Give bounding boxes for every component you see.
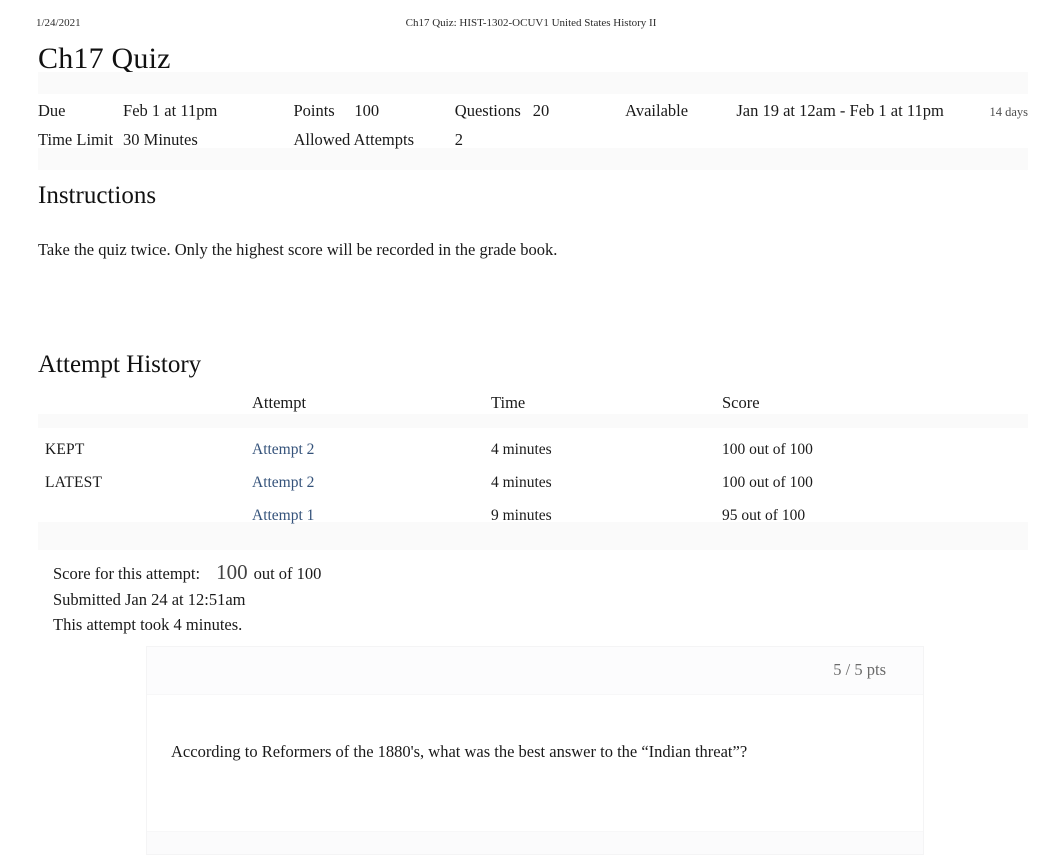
quiz-meta-row-secondary: Time Limit 30 Minutes Allowed Attempts 2: [38, 126, 1028, 153]
quiz-meta-row-primary: Due Feb 1 at 11pm Points 100 Questions 2…: [38, 97, 1028, 126]
allowed-attempts-value: 2: [454, 130, 464, 149]
column-header-time: Time: [491, 393, 526, 412]
score-label: Score for this attempt:: [53, 564, 201, 583]
score-out-of: out of 100: [253, 564, 322, 583]
question-card-header: 5 / 5 pts: [147, 647, 923, 695]
instructions-heading: Instructions: [38, 182, 157, 209]
question-card-footer: [147, 831, 923, 854]
question-text: According to Reformers of the 1880's, wh…: [171, 742, 748, 761]
question-card: 5 / 5 pts According to Reformers of the …: [146, 646, 924, 855]
score-value: 100: [216, 560, 248, 584]
attempt-link[interactable]: Attempt 2: [252, 474, 314, 491]
row-score: 95 out of 100: [722, 506, 806, 524]
column-header-score: Score: [722, 393, 760, 412]
row-time: 9 minutes: [491, 506, 552, 524]
question-card-body: According to Reformers of the 1880's, wh…: [147, 695, 923, 831]
available-value: Jan 19 at 12am - Feb 1 at 11pm: [736, 101, 944, 120]
instructions-body: Take the quiz twice. Only the highest sc…: [38, 240, 558, 259]
submitted-line: Submitted Jan 24 at 12:51am: [53, 589, 246, 609]
score-for-attempt-line: Score for this attempt: 100 out of 100: [53, 560, 321, 587]
row-time: 4 minutes: [491, 473, 552, 491]
attempt-link[interactable]: Attempt 2: [252, 441, 314, 458]
allowed-attempts-label: Allowed Attempts: [293, 130, 414, 149]
attempt-link[interactable]: Attempt 1: [252, 507, 314, 524]
row-score: 100 out of 100: [722, 473, 813, 491]
score-summary: Score for this attempt: 100 out of 100 Sub…: [53, 560, 321, 638]
due-value: Feb 1 at 11pm: [123, 101, 218, 120]
attempt-history-header-row: Attempt Time Score: [38, 393, 1028, 433]
row-status: LATEST: [45, 473, 103, 491]
table-row: Attempt 1 9 minutes 95 out of 100: [38, 499, 1028, 532]
row-time: 4 minutes: [491, 440, 552, 458]
attempt-history-table: Attempt Time Score KEPT Attempt 2 4 minu…: [38, 393, 1028, 532]
quiz-meta-table: Due Feb 1 at 11pm Points 100 Questions 2…: [38, 97, 1028, 153]
print-header: 1/24/2021 Ch17 Quiz: HIST-1302-OCUV1 Uni…: [0, 17, 1062, 33]
meta-band-top: [38, 72, 1028, 94]
points-value: 100: [354, 101, 380, 120]
row-status: KEPT: [45, 440, 85, 458]
time-limit-value: 30 Minutes: [123, 130, 198, 149]
available-duration: 14 days: [989, 105, 1028, 119]
available-label: Available: [625, 101, 689, 120]
row-status: [38, 499, 252, 532]
questions-label: Questions: [454, 101, 521, 120]
row-score: 100 out of 100: [722, 440, 813, 458]
duration-line: This attempt took 4 minutes.: [53, 615, 243, 634]
column-header-status: [38, 393, 252, 433]
table-row: KEPT Attempt 2 4 minutes 100 out of 100: [38, 433, 1028, 466]
points-label: Points: [293, 101, 335, 120]
column-header-attempt: Attempt: [252, 393, 307, 412]
table-row: LATEST Attempt 2 4 minutes 100 out of 10…: [38, 466, 1028, 499]
due-label: Due: [38, 101, 66, 120]
attempt-history-heading: Attempt History: [38, 351, 202, 378]
time-limit-label: Time Limit: [38, 130, 114, 149]
print-document-title: Ch17 Quiz: HIST-1302-OCUV1 United States…: [405, 17, 657, 29]
questions-value: 20: [532, 101, 550, 120]
question-points: 5 / 5 pts: [833, 660, 886, 679]
